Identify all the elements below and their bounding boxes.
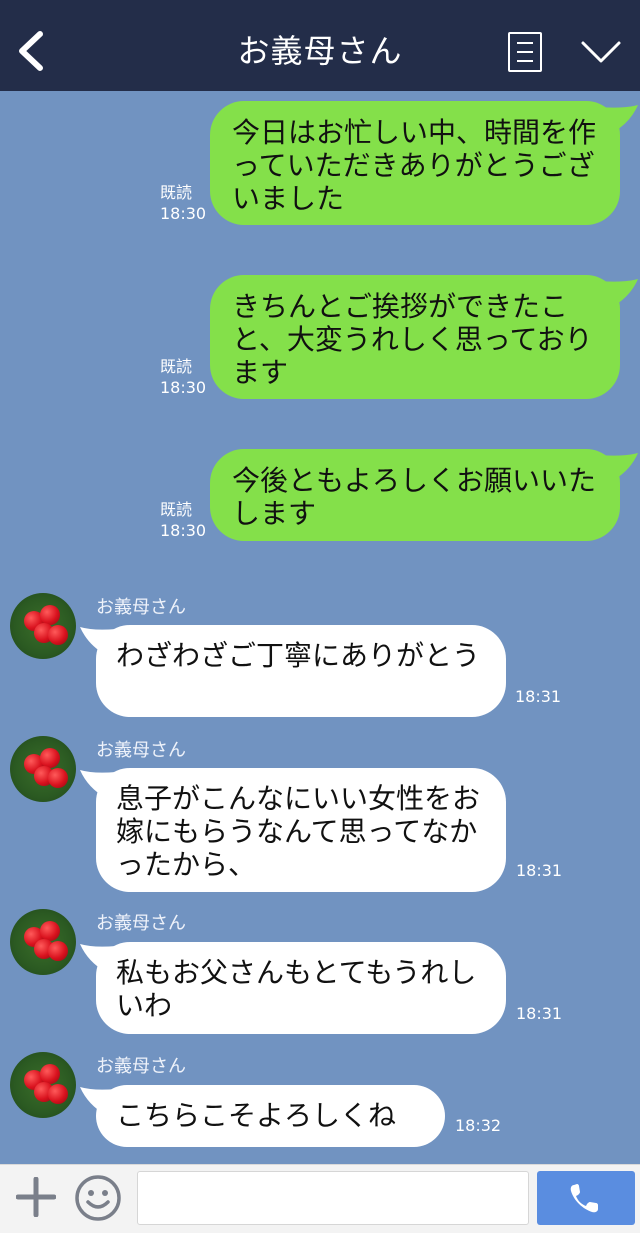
avatar[interactable] [10,909,76,975]
bubble-tail [80,770,116,798]
sender-name: お義母さん [96,740,186,761]
sender-name: お義母さん [96,913,186,934]
read-label: 既読 [160,357,193,376]
message-text: 今日はお忙しい中、時間を作っていただきありがとうございました [232,116,597,215]
bubble-tail [600,453,638,481]
sender-name: お義母さん [96,1056,186,1077]
outgoing-message-bubble[interactable]: 今日はお忙しい中、時間を作っていただきありがとうございました [210,101,638,225]
message-time: 18:30 [160,204,207,223]
avatar[interactable] [10,736,76,802]
bubble-tail [80,1087,116,1115]
incoming-message-bubble[interactable]: わざわざご丁寧にありがとう [80,625,506,717]
read-receipt: 既読 18:30 [160,182,206,224]
incoming-message-bubble[interactable]: 私もお父さんもとてもうれしいわ [80,942,506,1034]
chat-header: お義母さん [0,0,640,91]
bubble-tail [600,105,638,133]
bubble-tail [80,944,116,972]
message-text: わざわざご丁寧にありがとう [116,639,481,672]
read-receipt: 既読 18:30 [160,356,206,398]
message-text: 私もお父さんもとてもうれしいわ [116,956,477,1022]
message-text: 今後ともよろしくお願いいたします [232,464,597,530]
message-text: こちらこそよろしくね [116,1099,397,1132]
message-time: 18:32 [455,1116,502,1135]
read-label: 既読 [160,183,193,202]
avatar[interactable] [10,593,76,659]
menu-list-icon[interactable] [508,32,542,72]
emoji-icon[interactable] [74,1174,122,1222]
read-receipt: 既読 18:30 [160,499,206,541]
message-text: きちんとご挨拶ができたこと、大変うれしく思っております [232,290,593,389]
message-input[interactable] [137,1171,529,1225]
chat-title: お義母さん [237,32,403,70]
chevron-down-icon[interactable] [580,36,622,66]
sender-name: お義母さん [96,597,186,618]
outgoing-message-bubble[interactable]: 今後ともよろしくお願いいたします [210,449,638,541]
message-time: 18:30 [160,521,207,540]
bubble-tail [80,627,116,655]
incoming-message-bubble[interactable]: 息子がこんなにいい女性をお嫁にもらうなんて思ってなかったから、 [80,768,506,892]
message-time: 18:30 [160,378,207,397]
message-time: 18:31 [516,861,563,880]
message-time: 18:31 [515,687,562,706]
call-button[interactable] [537,1171,635,1225]
message-time: 18:31 [516,1004,563,1023]
plus-icon[interactable] [16,1177,56,1217]
phone-icon [570,1184,598,1213]
message-input-bar [0,1164,640,1233]
read-label: 既読 [160,500,193,519]
avatar[interactable] [10,1052,76,1118]
outgoing-message-bubble[interactable]: きちんとご挨拶ができたこと、大変うれしく思っております [210,275,638,399]
incoming-message-bubble[interactable]: こちらこそよろしくね [80,1085,445,1147]
message-text: 息子がこんなにいい女性をお嫁にもらうなんて思ってなかったから、 [116,782,481,881]
bubble-tail [600,279,638,307]
chat-timeline[interactable]: 今日はお忙しい中、時間を作っていただきありがとうございました 既読 18:30 … [0,91,640,1164]
